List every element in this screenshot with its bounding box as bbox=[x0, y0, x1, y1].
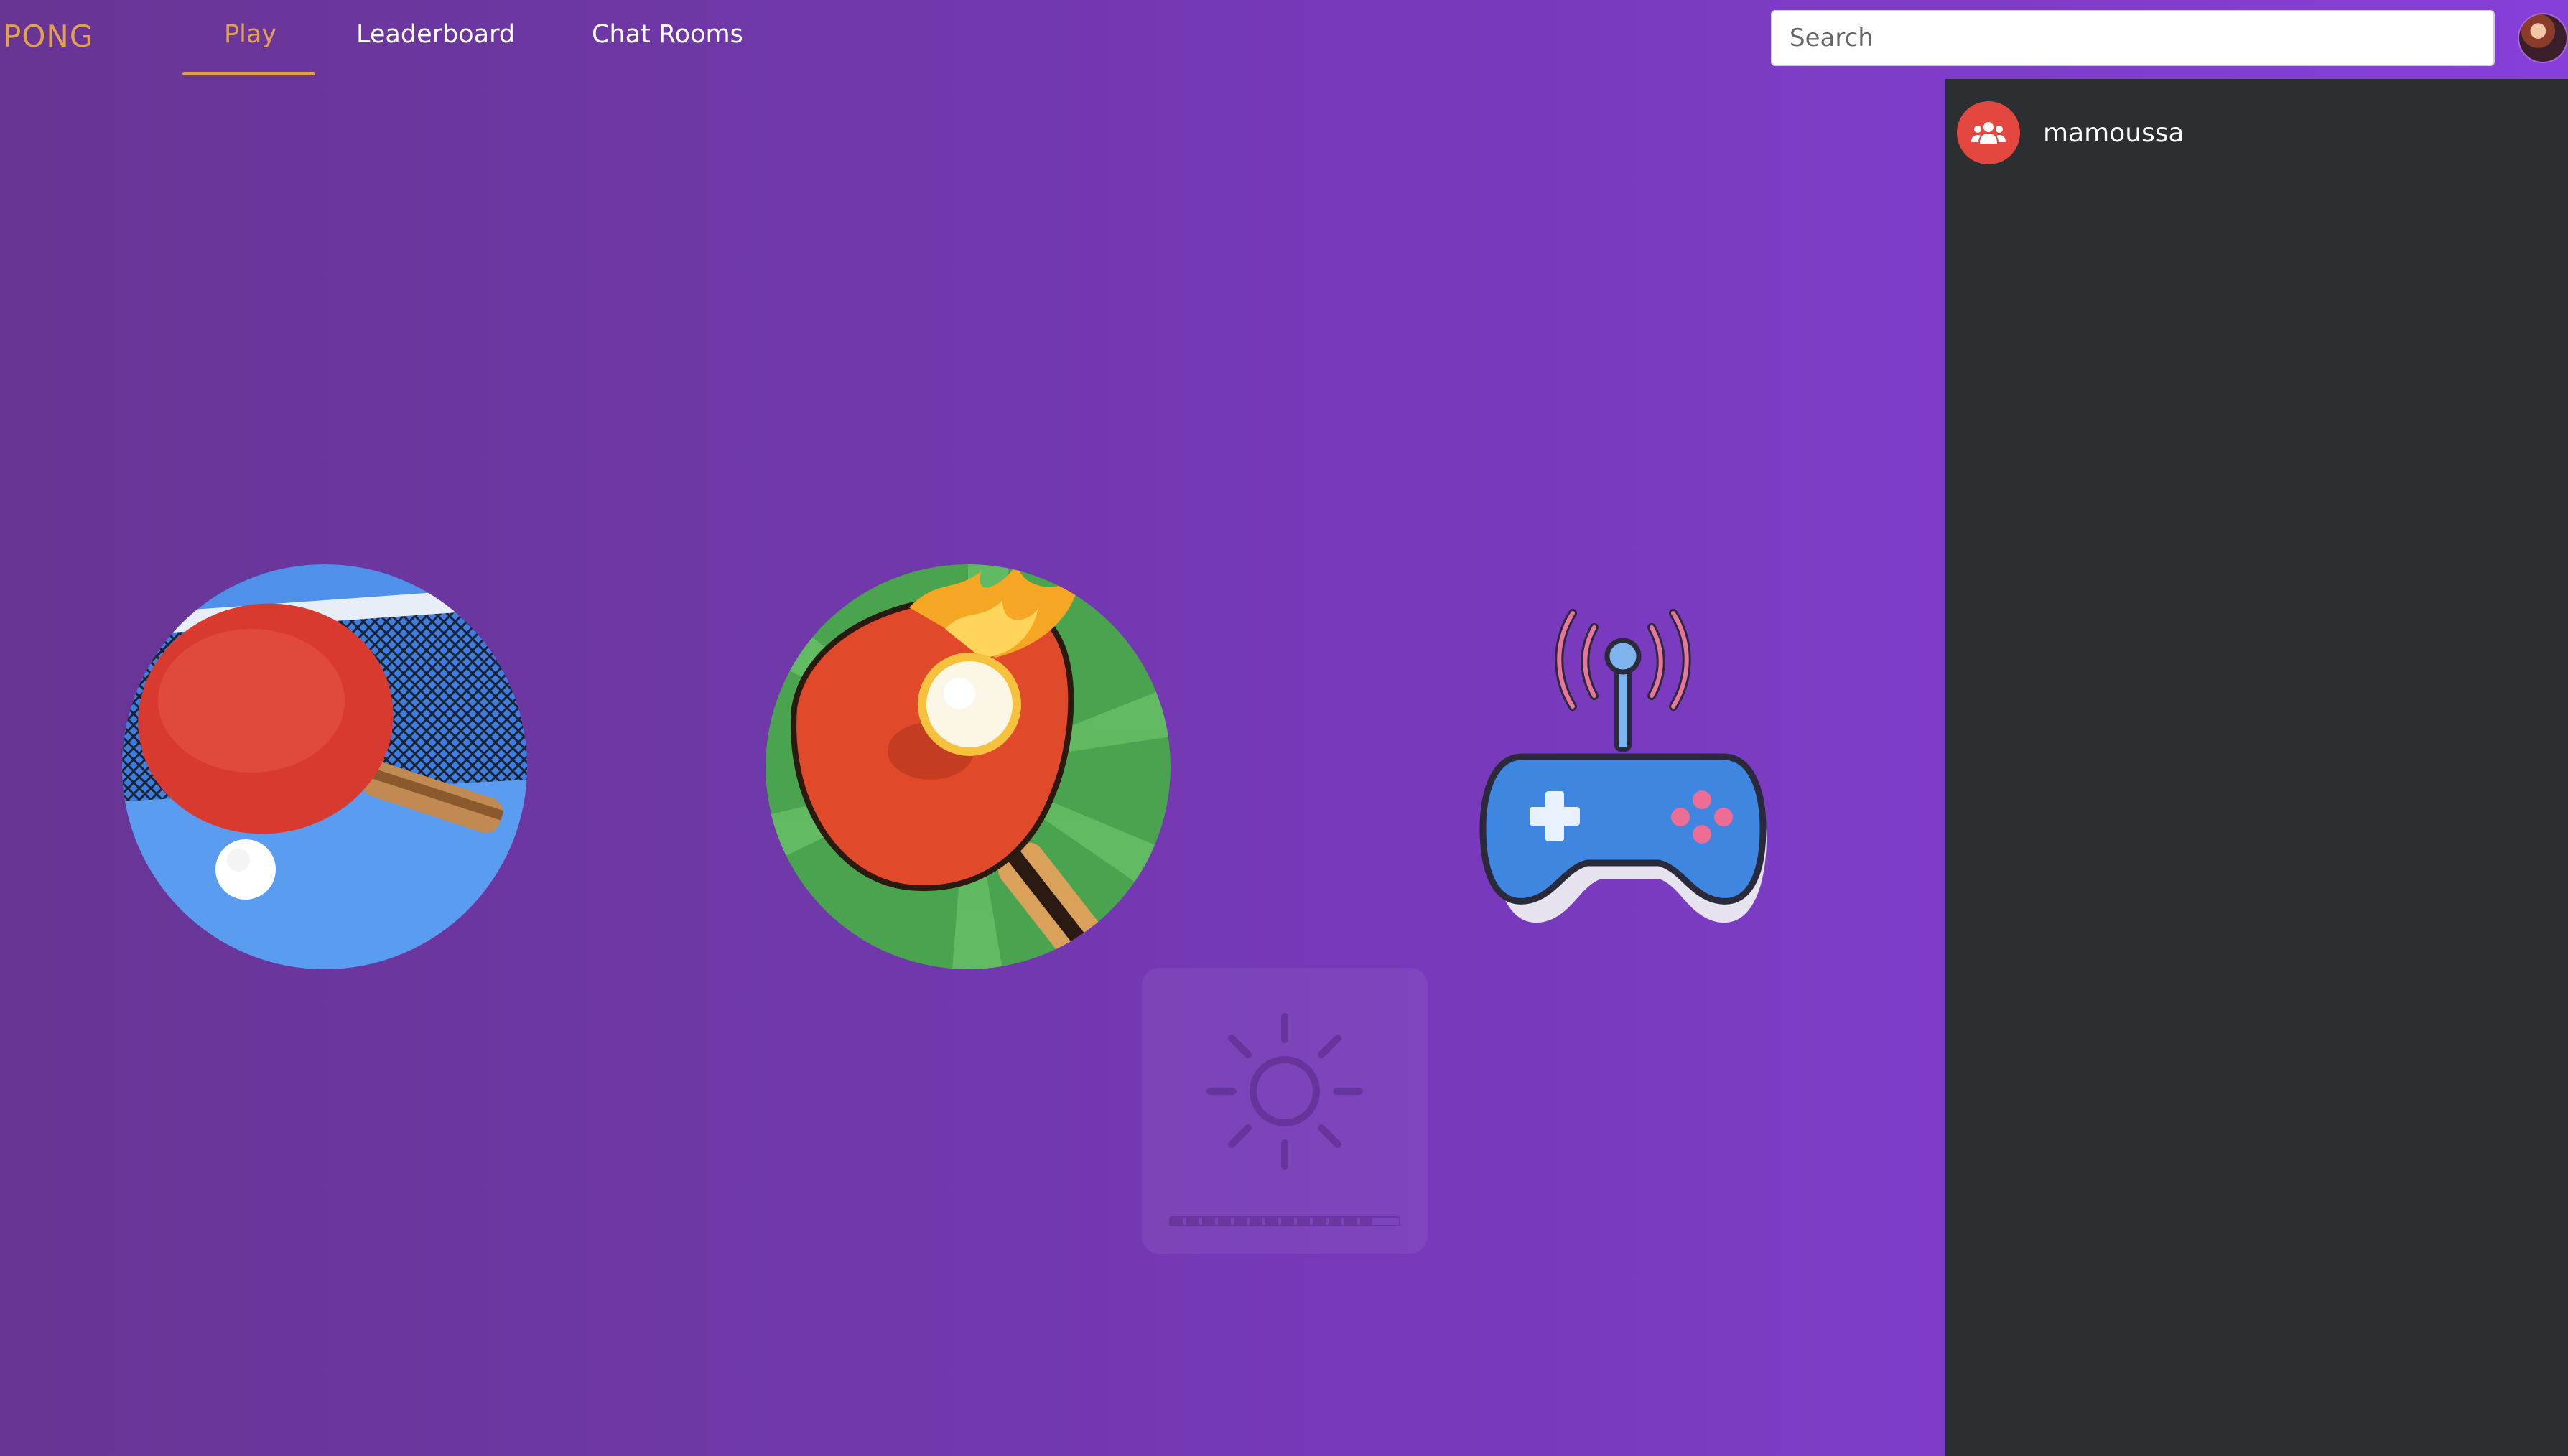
tab-leaderboard[interactable]: Leaderboard bbox=[356, 20, 515, 49]
game-tile-fire[interactable] bbox=[766, 564, 1171, 969]
game-tile-classic[interactable] bbox=[122, 564, 527, 969]
room-name: mamoussa bbox=[2043, 118, 2185, 148]
app-logo[interactable]: PONG bbox=[3, 19, 93, 54]
tab-chat-rooms[interactable]: Chat Rooms bbox=[592, 20, 743, 49]
loading-indicator bbox=[1142, 968, 1428, 1254]
fire-ping-pong-paddle-icon bbox=[766, 564, 1171, 969]
game-tile-online[interactable] bbox=[1465, 599, 1781, 929]
loader-progress-bar bbox=[1169, 1216, 1400, 1226]
tab-play[interactable]: Play bbox=[224, 20, 276, 49]
table-tennis-paddle-net-icon bbox=[122, 564, 527, 969]
users-group-icon bbox=[1957, 101, 2020, 164]
search-input[interactable] bbox=[1771, 10, 2495, 66]
loader-progress-fill bbox=[1171, 1218, 1372, 1225]
wireless-gamepad-icon bbox=[1479, 609, 1767, 923]
chat-rooms-sidebar: mamoussa bbox=[1945, 79, 2568, 1456]
room-item[interactable]: mamoussa bbox=[1957, 101, 2185, 165]
sun-icon bbox=[1206, 1013, 1363, 1170]
active-tab-indicator bbox=[182, 72, 315, 75]
user-avatar[interactable] bbox=[2518, 13, 2568, 63]
